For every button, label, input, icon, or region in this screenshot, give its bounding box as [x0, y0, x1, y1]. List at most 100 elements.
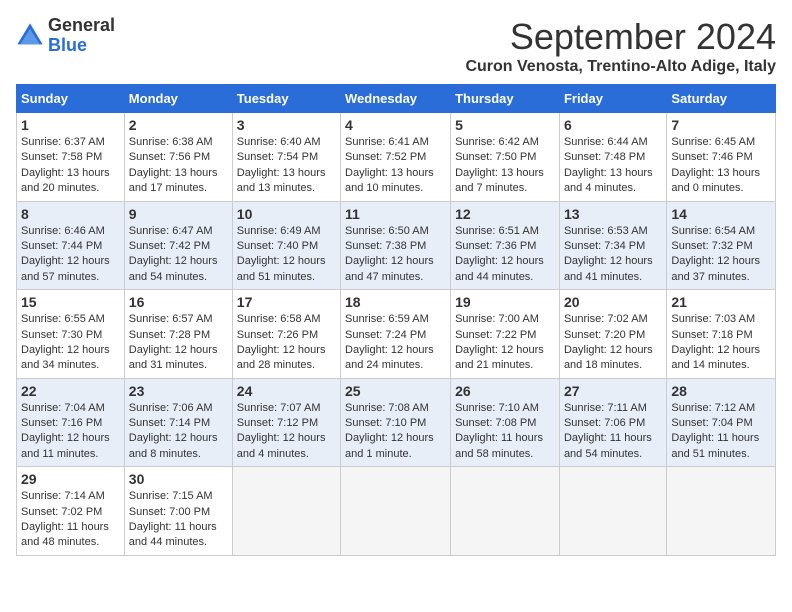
day-number: 30	[129, 471, 228, 487]
day-number: 7	[671, 117, 771, 133]
calendar-cell: 3 Sunrise: 6:40 AM Sunset: 7:54 PM Dayli…	[232, 113, 340, 202]
calendar-cell: 30 Sunrise: 7:15 AM Sunset: 7:00 PM Dayl…	[124, 467, 232, 556]
day-number: 14	[671, 206, 771, 222]
day-number: 26	[455, 383, 555, 399]
calendar-cell: 19 Sunrise: 7:00 AM Sunset: 7:22 PM Dayl…	[451, 290, 560, 379]
day-number: 10	[237, 206, 336, 222]
calendar-cell: 26 Sunrise: 7:10 AM Sunset: 7:08 PM Dayl…	[451, 378, 560, 467]
day-number: 25	[345, 383, 446, 399]
day-number: 8	[21, 206, 120, 222]
day-number: 5	[455, 117, 555, 133]
day-info: Sunrise: 6:42 AM Sunset: 7:50 PM Dayligh…	[455, 135, 555, 197]
day-number: 19	[455, 294, 555, 310]
day-info: Sunrise: 7:04 AM Sunset: 7:16 PM Dayligh…	[21, 401, 120, 463]
calendar-cell: 17 Sunrise: 6:58 AM Sunset: 7:26 PM Dayl…	[232, 290, 340, 379]
day-number: 23	[129, 383, 228, 399]
day-number: 6	[564, 117, 662, 133]
title-section: September 2024 Curon Venosta, Trentino-A…	[465, 16, 776, 76]
day-number: 2	[129, 117, 228, 133]
day-info: Sunrise: 6:41 AM Sunset: 7:52 PM Dayligh…	[345, 135, 446, 197]
calendar-week-5: 29 Sunrise: 7:14 AM Sunset: 7:02 PM Dayl…	[17, 467, 776, 556]
day-info: Sunrise: 6:40 AM Sunset: 7:54 PM Dayligh…	[237, 135, 336, 197]
calendar-week-4: 22 Sunrise: 7:04 AM Sunset: 7:16 PM Dayl…	[17, 378, 776, 467]
day-number: 20	[564, 294, 662, 310]
calendar-cell: 18 Sunrise: 6:59 AM Sunset: 7:24 PM Dayl…	[341, 290, 451, 379]
col-tuesday: Tuesday	[232, 85, 340, 113]
calendar-cell: 14 Sunrise: 6:54 AM Sunset: 7:32 PM Dayl…	[667, 201, 776, 290]
calendar-cell: 11 Sunrise: 6:50 AM Sunset: 7:38 PM Dayl…	[341, 201, 451, 290]
day-number: 27	[564, 383, 662, 399]
calendar-cell	[232, 467, 340, 556]
day-info: Sunrise: 6:37 AM Sunset: 7:58 PM Dayligh…	[21, 135, 120, 197]
day-info: Sunrise: 6:55 AM Sunset: 7:30 PM Dayligh…	[21, 312, 120, 374]
day-number: 1	[21, 117, 120, 133]
calendar-table: Sunday Monday Tuesday Wednesday Thursday…	[16, 84, 776, 556]
day-number: 4	[345, 117, 446, 133]
calendar-cell	[341, 467, 451, 556]
logo-general: General	[48, 16, 115, 36]
col-saturday: Saturday	[667, 85, 776, 113]
day-number: 15	[21, 294, 120, 310]
calendar-cell: 8 Sunrise: 6:46 AM Sunset: 7:44 PM Dayli…	[17, 201, 125, 290]
day-info: Sunrise: 6:44 AM Sunset: 7:48 PM Dayligh…	[564, 135, 662, 197]
calendar-cell: 25 Sunrise: 7:08 AM Sunset: 7:10 PM Dayl…	[341, 378, 451, 467]
calendar-week-1: 1 Sunrise: 6:37 AM Sunset: 7:58 PM Dayli…	[17, 113, 776, 202]
calendar-cell: 29 Sunrise: 7:14 AM Sunset: 7:02 PM Dayl…	[17, 467, 125, 556]
day-info: Sunrise: 6:51 AM Sunset: 7:36 PM Dayligh…	[455, 224, 555, 286]
calendar-cell: 27 Sunrise: 7:11 AM Sunset: 7:06 PM Dayl…	[559, 378, 666, 467]
calendar-cell: 15 Sunrise: 6:55 AM Sunset: 7:30 PM Dayl…	[17, 290, 125, 379]
header-row: Sunday Monday Tuesday Wednesday Thursday…	[17, 85, 776, 113]
col-sunday: Sunday	[17, 85, 125, 113]
day-info: Sunrise: 7:06 AM Sunset: 7:14 PM Dayligh…	[129, 401, 228, 463]
calendar-cell: 9 Sunrise: 6:47 AM Sunset: 7:42 PM Dayli…	[124, 201, 232, 290]
day-number: 22	[21, 383, 120, 399]
day-number: 9	[129, 206, 228, 222]
calendar-cell	[667, 467, 776, 556]
day-info: Sunrise: 7:14 AM Sunset: 7:02 PM Dayligh…	[21, 489, 120, 551]
day-number: 17	[237, 294, 336, 310]
day-info: Sunrise: 7:02 AM Sunset: 7:20 PM Dayligh…	[564, 312, 662, 374]
calendar-cell: 28 Sunrise: 7:12 AM Sunset: 7:04 PM Dayl…	[667, 378, 776, 467]
calendar-cell: 16 Sunrise: 6:57 AM Sunset: 7:28 PM Dayl…	[124, 290, 232, 379]
day-info: Sunrise: 6:57 AM Sunset: 7:28 PM Dayligh…	[129, 312, 228, 374]
day-info: Sunrise: 6:38 AM Sunset: 7:56 PM Dayligh…	[129, 135, 228, 197]
calendar-cell: 13 Sunrise: 6:53 AM Sunset: 7:34 PM Dayl…	[559, 201, 666, 290]
day-number: 29	[21, 471, 120, 487]
day-number: 24	[237, 383, 336, 399]
day-info: Sunrise: 6:58 AM Sunset: 7:26 PM Dayligh…	[237, 312, 336, 374]
day-info: Sunrise: 7:00 AM Sunset: 7:22 PM Dayligh…	[455, 312, 555, 374]
day-info: Sunrise: 7:15 AM Sunset: 7:00 PM Dayligh…	[129, 489, 228, 551]
logo-blue: Blue	[48, 36, 115, 56]
day-info: Sunrise: 7:03 AM Sunset: 7:18 PM Dayligh…	[671, 312, 771, 374]
day-info: Sunrise: 7:07 AM Sunset: 7:12 PM Dayligh…	[237, 401, 336, 463]
calendar-cell: 24 Sunrise: 7:07 AM Sunset: 7:12 PM Dayl…	[232, 378, 340, 467]
logo-icon	[16, 22, 44, 50]
day-number: 28	[671, 383, 771, 399]
col-monday: Monday	[124, 85, 232, 113]
day-number: 3	[237, 117, 336, 133]
col-friday: Friday	[559, 85, 666, 113]
day-number: 18	[345, 294, 446, 310]
calendar-cell: 5 Sunrise: 6:42 AM Sunset: 7:50 PM Dayli…	[451, 113, 560, 202]
day-info: Sunrise: 6:59 AM Sunset: 7:24 PM Dayligh…	[345, 312, 446, 374]
day-number: 16	[129, 294, 228, 310]
logo-text: General Blue	[48, 16, 115, 56]
col-thursday: Thursday	[451, 85, 560, 113]
day-number: 13	[564, 206, 662, 222]
day-info: Sunrise: 7:10 AM Sunset: 7:08 PM Dayligh…	[455, 401, 555, 463]
day-info: Sunrise: 6:45 AM Sunset: 7:46 PM Dayligh…	[671, 135, 771, 197]
location-title: Curon Venosta, Trentino-Alto Adige, Ital…	[465, 58, 776, 76]
day-info: Sunrise: 7:11 AM Sunset: 7:06 PM Dayligh…	[564, 401, 662, 463]
day-info: Sunrise: 6:49 AM Sunset: 7:40 PM Dayligh…	[237, 224, 336, 286]
calendar-cell: 1 Sunrise: 6:37 AM Sunset: 7:58 PM Dayli…	[17, 113, 125, 202]
calendar-cell: 12 Sunrise: 6:51 AM Sunset: 7:36 PM Dayl…	[451, 201, 560, 290]
calendar-cell: 4 Sunrise: 6:41 AM Sunset: 7:52 PM Dayli…	[341, 113, 451, 202]
calendar-cell	[451, 467, 560, 556]
calendar-cell: 7 Sunrise: 6:45 AM Sunset: 7:46 PM Dayli…	[667, 113, 776, 202]
day-info: Sunrise: 6:47 AM Sunset: 7:42 PM Dayligh…	[129, 224, 228, 286]
calendar-cell: 22 Sunrise: 7:04 AM Sunset: 7:16 PM Dayl…	[17, 378, 125, 467]
calendar-cell: 20 Sunrise: 7:02 AM Sunset: 7:20 PM Dayl…	[559, 290, 666, 379]
calendar-cell: 23 Sunrise: 7:06 AM Sunset: 7:14 PM Dayl…	[124, 378, 232, 467]
day-info: Sunrise: 6:54 AM Sunset: 7:32 PM Dayligh…	[671, 224, 771, 286]
day-number: 21	[671, 294, 771, 310]
